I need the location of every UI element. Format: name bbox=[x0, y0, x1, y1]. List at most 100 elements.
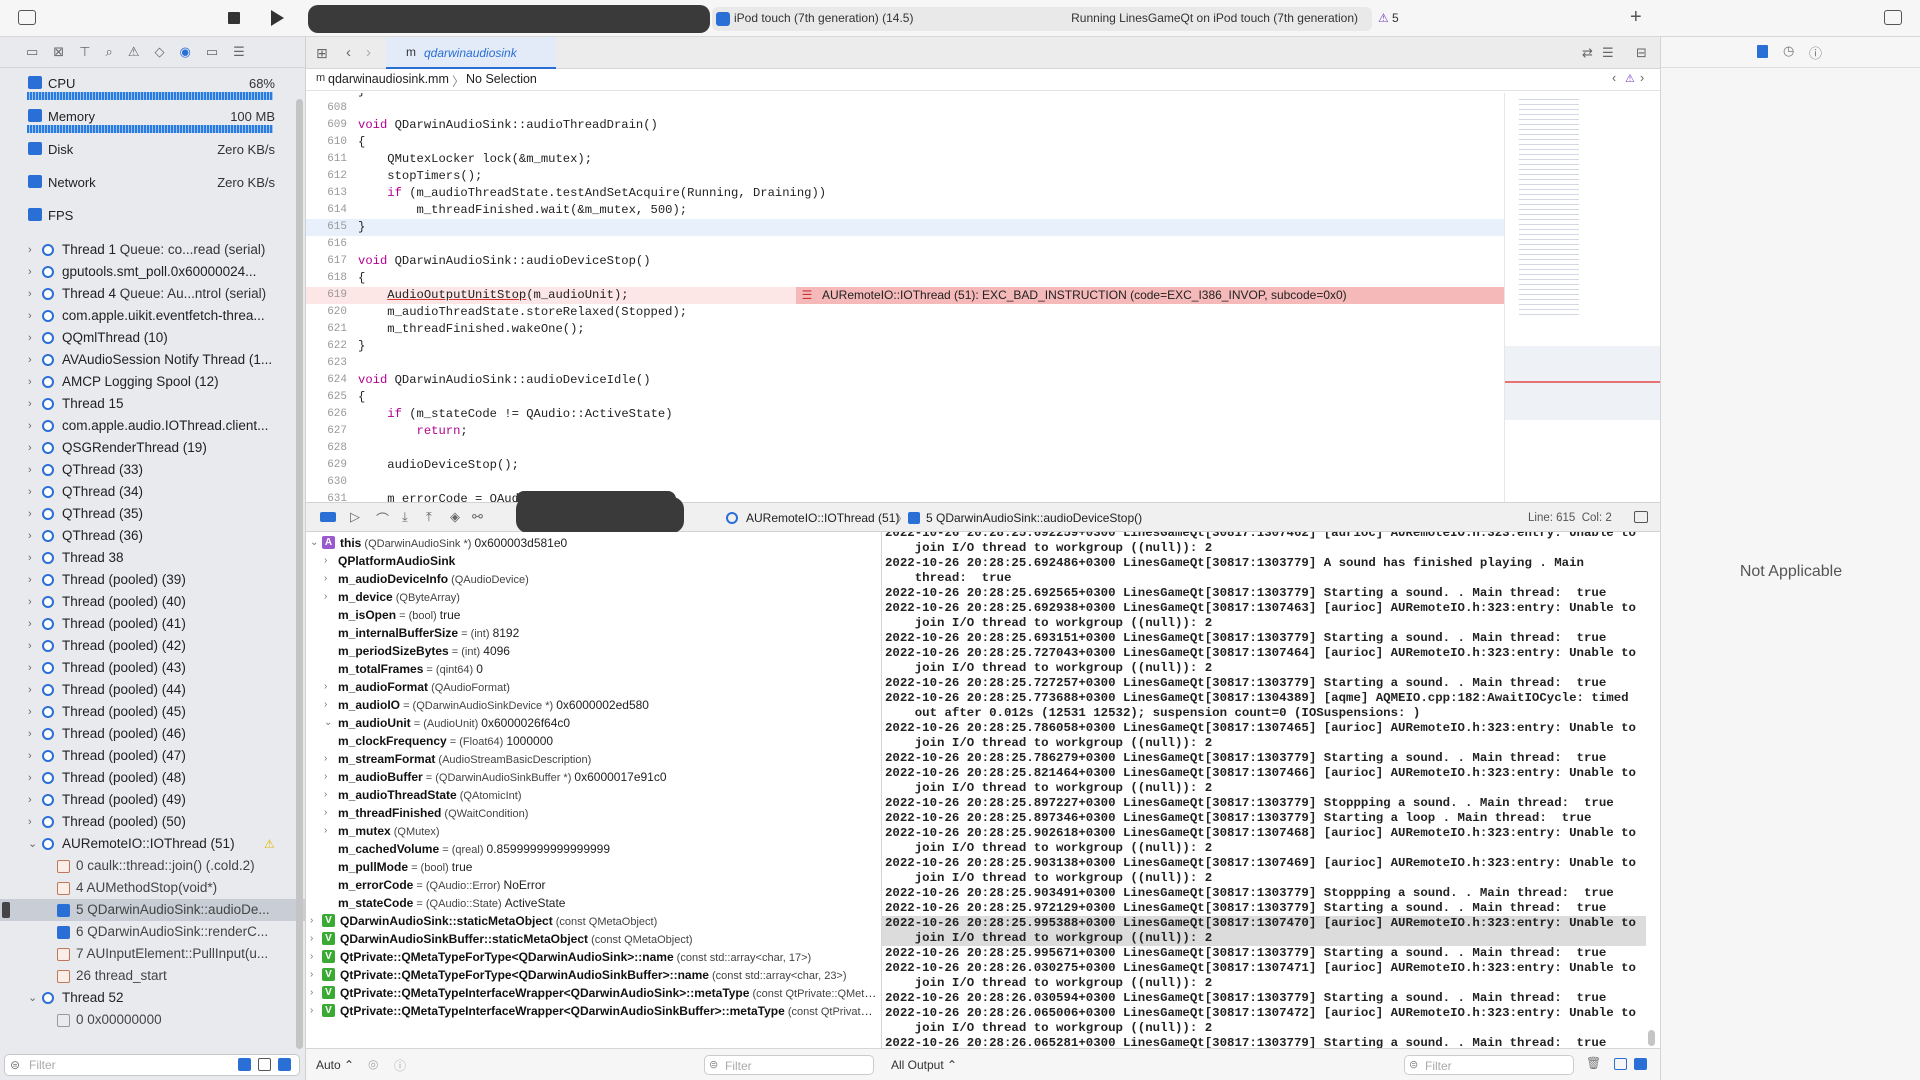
variable-row[interactable]: ⌄ Athis (QDarwinAudioSink *) 0x600003d581… bbox=[306, 534, 881, 552]
code-line[interactable]: 607} bbox=[306, 93, 1504, 100]
view-debugger-icon[interactable]: ◈ bbox=[450, 509, 460, 525]
memory-graph-icon[interactable]: ⚯ bbox=[472, 509, 483, 525]
gauge-network[interactable]: Network Zero KB/s bbox=[0, 169, 305, 202]
code-line[interactable]: 613 if (m_audioThreadState.testAndSetAcq… bbox=[306, 185, 1504, 202]
grid-icon[interactable]: ⊞ bbox=[316, 45, 328, 62]
variable-row[interactable]: › V QtPrivate::QMetaTypeInterfaceWrapper<Q… bbox=[306, 984, 881, 1002]
thread-row[interactable]: › Thread (pooled) (45) bbox=[0, 701, 305, 723]
variable-row[interactable]: m_totalFrames = (qint64) 0 bbox=[306, 660, 881, 678]
split-editor-icon[interactable]: ⊟ bbox=[1636, 45, 1647, 61]
eye-icon[interactable]: ◎ bbox=[368, 1057, 378, 1071]
continue-icon[interactable]: ▷ bbox=[350, 509, 360, 525]
step-over-icon[interactable]: ⌒ bbox=[376, 509, 389, 528]
variable-row[interactable]: › m_audioIO = (QDarwinAudioSinkDevice *) … bbox=[306, 696, 881, 714]
stack-frame[interactable]: 0 caulk::thread::join() (.cold.2) bbox=[0, 855, 305, 877]
disclosure-chevron-icon[interactable]: › bbox=[28, 613, 32, 635]
disclosure-chevron-icon[interactable]: › bbox=[28, 305, 32, 327]
auto-popup[interactable]: Auto ⌃ bbox=[316, 1058, 354, 1072]
code-line[interactable]: 611 QMutexLocker lock(&m_mutex); bbox=[306, 151, 1504, 168]
code-line[interactable]: 628 bbox=[306, 440, 1504, 457]
disclosure-chevron-icon[interactable]: › bbox=[28, 261, 32, 283]
disclosure-chevron-icon[interactable]: › bbox=[28, 371, 32, 393]
thread-row[interactable]: › Thread (pooled) (50) bbox=[0, 811, 305, 833]
disclosure-chevron-icon[interactable]: › bbox=[28, 811, 32, 833]
editor-tab[interactable]: m qdarwinaudiosink bbox=[386, 37, 556, 69]
stack-frame[interactable]: 0 0x00000000 bbox=[0, 1009, 305, 1031]
disclosure-chevron-icon[interactable]: › bbox=[28, 239, 32, 261]
warning-icon[interactable]: ⚠ bbox=[1378, 11, 1389, 25]
file-inspector-icon[interactable] bbox=[1757, 45, 1768, 58]
search-icon[interactable]: ⌕ bbox=[106, 44, 113, 60]
hierarchy-icon[interactable]: ⊤ bbox=[79, 44, 90, 60]
prev-issue-icon[interactable]: ‹ bbox=[1612, 71, 1616, 85]
minimap-viewport[interactable] bbox=[1505, 346, 1661, 420]
chevron-right-icon[interactable]: › bbox=[324, 786, 327, 804]
thread-row[interactable]: › Thread (pooled) (42) bbox=[0, 635, 305, 657]
disclosure-chevron-icon[interactable]: ⌄ bbox=[28, 833, 37, 855]
back-icon[interactable]: ‹ bbox=[346, 44, 351, 61]
stack-frame[interactable]: 6 QDarwinAudioSink::renderC... bbox=[0, 921, 305, 943]
editor-options-icon[interactable]: ☰ bbox=[1602, 45, 1614, 61]
thread-row[interactable]: › AVAudioSession Notify Thread (1... bbox=[0, 349, 305, 371]
filter-option-icon[interactable] bbox=[238, 1058, 251, 1071]
code-line[interactable]: 631 m_errorCode = QAud bbox=[306, 491, 1504, 502]
next-issue-icon[interactable]: › bbox=[1640, 71, 1644, 85]
disclosure-chevron-icon[interactable]: › bbox=[28, 723, 32, 745]
stack-frame[interactable]: 4 AUMethodStop(void*) bbox=[0, 877, 305, 899]
debug-icon[interactable]: ◉ bbox=[179, 44, 190, 60]
code-line[interactable]: 620 m_audioThreadState.storeRelaxed(Stop… bbox=[306, 304, 1504, 321]
thread-row[interactable]: › QThread (35) bbox=[0, 503, 305, 525]
variable-row[interactable]: › m_streamFormat (AudioStreamBasicDescrip… bbox=[306, 750, 881, 768]
disclosure-chevron-icon[interactable]: › bbox=[28, 547, 32, 569]
chevron-right-icon[interactable]: › bbox=[324, 750, 327, 768]
code-line[interactable]: 627 return; bbox=[306, 423, 1504, 440]
disclosure-chevron-icon[interactable]: › bbox=[28, 327, 32, 349]
thread-row[interactable]: › Thread 15 bbox=[0, 393, 305, 415]
report-icon[interactable]: ☰ bbox=[233, 44, 245, 60]
swap-icon[interactable]: ⇄ bbox=[1582, 45, 1593, 61]
issue-icon[interactable]: ⚠ bbox=[128, 44, 140, 60]
chevron-down-icon[interactable]: ⌄ bbox=[310, 534, 318, 552]
thread-row[interactable]: › Thread (pooled) (48) bbox=[0, 767, 305, 789]
chevron-right-icon[interactable]: › bbox=[324, 570, 327, 588]
code-area[interactable]: 607}608609void QDarwinAudioSink::audioTh… bbox=[306, 93, 1504, 502]
chevron-right-icon[interactable]: › bbox=[324, 552, 327, 570]
disclosure-chevron-icon[interactable]: › bbox=[28, 745, 32, 767]
variable-row[interactable]: ⌄ m_audioUnit = (AudioUnit) 0x6000026f64c… bbox=[306, 714, 881, 732]
scheme-selector-redacted[interactable] bbox=[308, 5, 710, 33]
disclosure-chevron-icon[interactable]: › bbox=[28, 591, 32, 613]
thread-row[interactable]: › Thread (pooled) (46) bbox=[0, 723, 305, 745]
chevron-right-icon[interactable]: › bbox=[324, 804, 327, 822]
thread-row[interactable]: › Thread (pooled) (41) bbox=[0, 613, 305, 635]
variable-row[interactable]: › V QtPrivate::QMetaTypeInterfaceWrapper<Q… bbox=[306, 1002, 881, 1020]
code-line[interactable]: 612 stopTimers(); bbox=[306, 168, 1504, 185]
info-icon[interactable]: ⓘ bbox=[394, 1057, 406, 1074]
thread-row[interactable]: › QThread (36) bbox=[0, 525, 305, 547]
issue-warning-icon[interactable]: ⚠ bbox=[1625, 72, 1635, 85]
disclosure-chevron-icon[interactable]: › bbox=[28, 349, 32, 371]
hide-debug-area-icon[interactable] bbox=[1634, 511, 1648, 523]
run-button[interactable] bbox=[271, 10, 284, 26]
chevron-right-icon[interactable]: › bbox=[324, 588, 327, 606]
variables-filter[interactable]: ⊜ Filter bbox=[704, 1055, 874, 1075]
chevron-right-icon[interactable]: › bbox=[310, 948, 313, 966]
add-tab-icon[interactable]: + bbox=[1630, 6, 1642, 29]
variable-row[interactable]: m_cachedVolume = (qreal) 0.8599999999999… bbox=[306, 840, 881, 858]
code-line[interactable]: 622} bbox=[306, 338, 1504, 355]
variable-row[interactable]: › m_audioFormat (QAudioFormat) bbox=[306, 678, 881, 696]
variable-row[interactable]: › m_mutex (QMutex) bbox=[306, 822, 881, 840]
code-line[interactable]: 619 AudioOutputUnitStop(m_audioUnit); ☰ AU… bbox=[306, 287, 1504, 304]
variable-row[interactable]: m_stateCode = (QAudio::State) ActiveStat… bbox=[306, 894, 881, 912]
disclosure-chevron-icon[interactable]: › bbox=[28, 657, 32, 679]
chevron-right-icon[interactable]: › bbox=[324, 678, 327, 696]
breadcrumb-selection[interactable]: No Selection bbox=[466, 72, 537, 86]
disclosure-chevron-icon[interactable]: › bbox=[28, 701, 32, 723]
folder-icon[interactable]: ▭ bbox=[26, 44, 38, 60]
variable-row[interactable]: › V QtPrivate::QMetaTypeForType<QDarwinAud… bbox=[306, 966, 881, 984]
code-line[interactable]: 630 bbox=[306, 474, 1504, 491]
thread-row[interactable]: › com.apple.audio.IOThread.client... bbox=[0, 415, 305, 437]
code-line[interactable]: 614 m_threadFinished.wait(&m_mutex, 500)… bbox=[306, 202, 1504, 219]
variable-row[interactable]: › m_audioDeviceInfo (QAudioDevice) bbox=[306, 570, 881, 588]
filter-option-icon[interactable] bbox=[278, 1058, 291, 1071]
thread-row-crashed[interactable]: ⌄ AURemoteIO::IOThread (51) ⚠ bbox=[0, 833, 305, 855]
